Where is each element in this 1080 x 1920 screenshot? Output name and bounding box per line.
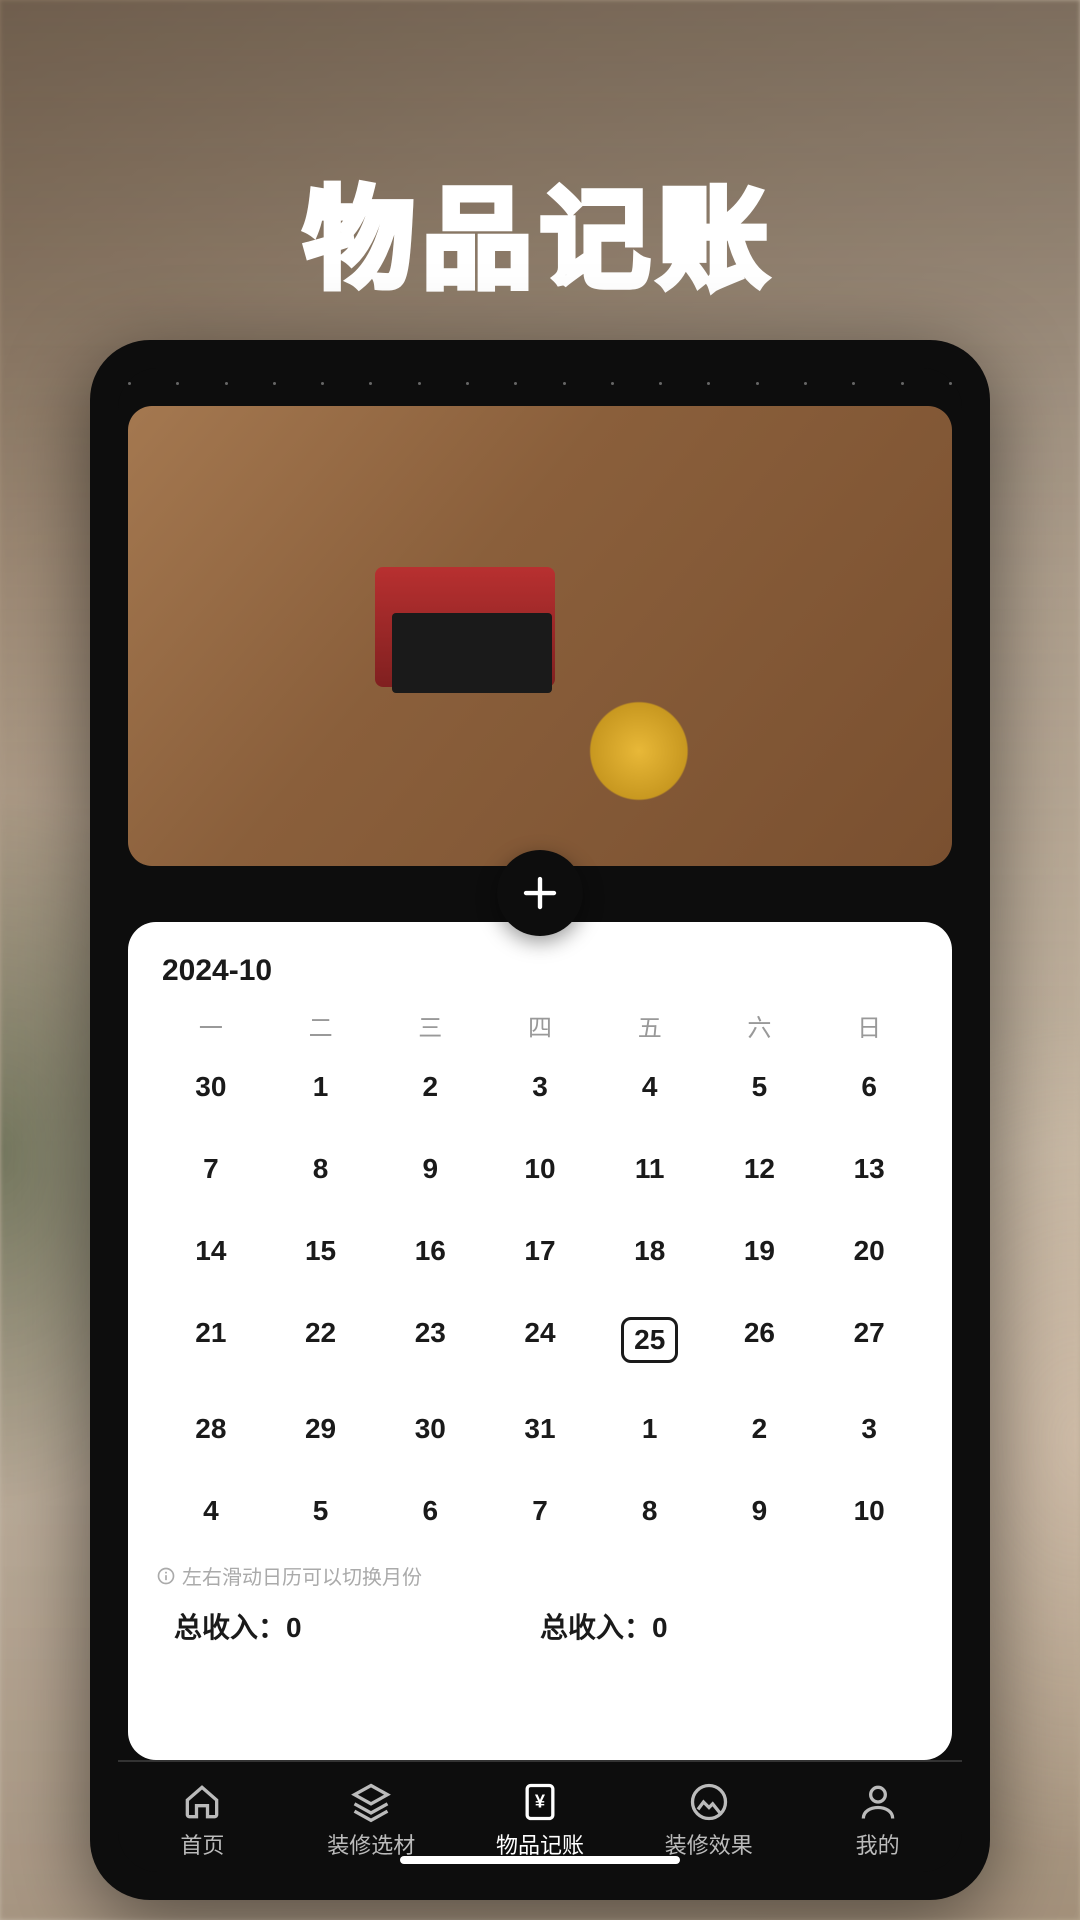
nav-item-user[interactable]: 我的: [793, 1780, 962, 1860]
weekday-cell: 六: [705, 1008, 815, 1043]
calendar-day[interactable]: 6: [814, 1061, 924, 1113]
add-record-button[interactable]: [497, 850, 583, 936]
calendar-day[interactable]: 10: [485, 1143, 595, 1195]
total-income-left: 总收入：0: [174, 1606, 540, 1646]
calendar-weekday-row: 一二三四五六日: [156, 1008, 924, 1043]
weekday-cell: 五: [595, 1008, 705, 1043]
nav-item-ledger[interactable]: ¥物品记账: [456, 1780, 625, 1860]
calendar-day[interactable]: 19: [705, 1225, 815, 1277]
decorative-dots: [118, 368, 962, 398]
calendar-day[interactable]: 17: [485, 1225, 595, 1277]
calendar-day[interactable]: 9: [705, 1485, 815, 1537]
home-indicator: [400, 1856, 680, 1864]
ledger-icon: ¥: [518, 1780, 562, 1824]
calendar-day[interactable]: 22: [266, 1307, 376, 1373]
calendar-day[interactable]: 3: [814, 1403, 924, 1455]
calendar-day[interactable]: 5: [266, 1485, 376, 1537]
calendar-day[interactable]: 16: [375, 1225, 485, 1277]
calendar-day[interactable]: 23: [375, 1307, 485, 1373]
weekday-cell: 日: [814, 1008, 924, 1043]
calendar-day[interactable]: 15: [266, 1225, 376, 1277]
calendar-day[interactable]: 9: [375, 1143, 485, 1195]
calendar-swipe-hint: 左右滑动日历可以切换月份: [156, 1561, 924, 1590]
calendar-day[interactable]: 1: [595, 1403, 705, 1455]
calendar-day[interactable]: 5: [705, 1061, 815, 1113]
page-title: 物品记账: [0, 150, 1080, 310]
calendar-day[interactable]: 21: [156, 1307, 266, 1373]
calendar-month-label[interactable]: 2024-10: [162, 954, 924, 988]
calendar-day[interactable]: 27: [814, 1307, 924, 1373]
calendar-day[interactable]: 29: [266, 1403, 376, 1455]
calendar-day[interactable]: 4: [595, 1061, 705, 1113]
calendar-day[interactable]: 28: [156, 1403, 266, 1455]
calendar-grid[interactable]: 3012345678910111213141516171819202122232…: [156, 1061, 924, 1537]
calendar-day[interactable]: 6: [375, 1485, 485, 1537]
weekday-cell: 一: [156, 1008, 266, 1043]
calendar-day[interactable]: 2: [705, 1403, 815, 1455]
calendar-day[interactable]: 4: [156, 1485, 266, 1537]
svg-text:¥: ¥: [535, 1791, 546, 1812]
layers-icon: [349, 1780, 393, 1824]
calendar-day[interactable]: 7: [485, 1485, 595, 1537]
weekday-cell: 二: [266, 1008, 376, 1043]
nav-item-home[interactable]: 首页: [118, 1780, 287, 1860]
calendar-day[interactable]: 11: [595, 1143, 705, 1195]
info-icon: [156, 1566, 176, 1586]
calendar-day[interactable]: 30: [156, 1061, 266, 1113]
phone-frame: 2024-10 一二三四五六日 301234567891011121314151…: [90, 340, 990, 1900]
calendar-day[interactable]: 18: [595, 1225, 705, 1277]
calendar-day[interactable]: 26: [705, 1307, 815, 1373]
calendar-day[interactable]: 1: [266, 1061, 376, 1113]
calendar-day[interactable]: 8: [266, 1143, 376, 1195]
nav-item-image[interactable]: 装修效果: [624, 1780, 793, 1860]
weekday-cell: 三: [375, 1008, 485, 1043]
user-icon: [856, 1780, 900, 1824]
calendar-day[interactable]: 8: [595, 1485, 705, 1537]
plus-icon: [519, 872, 561, 914]
nav-label: 首页: [180, 1828, 224, 1860]
total-income-right: 总收入：0: [540, 1606, 906, 1646]
totals-row: 总收入：0 总收入：0: [166, 1598, 914, 1646]
calendar-day[interactable]: 31: [485, 1403, 595, 1455]
calendar-day[interactable]: 12: [705, 1143, 815, 1195]
calendar-day[interactable]: 25: [595, 1307, 705, 1373]
nav-item-layers[interactable]: 装修选材: [287, 1780, 456, 1860]
calendar-day[interactable]: 13: [814, 1143, 924, 1195]
calendar-day[interactable]: 3: [485, 1061, 595, 1113]
calendar-day[interactable]: 14: [156, 1225, 266, 1277]
calendar-day[interactable]: 10: [814, 1485, 924, 1537]
calendar-day[interactable]: 7: [156, 1143, 266, 1195]
calendar-day[interactable]: 30: [375, 1403, 485, 1455]
image-icon: [687, 1780, 731, 1824]
hero-image-workshop: [128, 406, 952, 866]
home-icon: [180, 1780, 224, 1824]
calendar-day[interactable]: 2: [375, 1061, 485, 1113]
nav-label: 装修效果: [665, 1828, 753, 1860]
calendar-card: 2024-10 一二三四五六日 301234567891011121314151…: [128, 922, 952, 1760]
nav-label: 我的: [856, 1828, 900, 1860]
weekday-cell: 四: [485, 1008, 595, 1043]
calendar-day[interactable]: 24: [485, 1307, 595, 1373]
calendar-day[interactable]: 20: [814, 1225, 924, 1277]
phone-screen: 2024-10 一二三四五六日 301234567891011121314151…: [118, 368, 962, 1872]
